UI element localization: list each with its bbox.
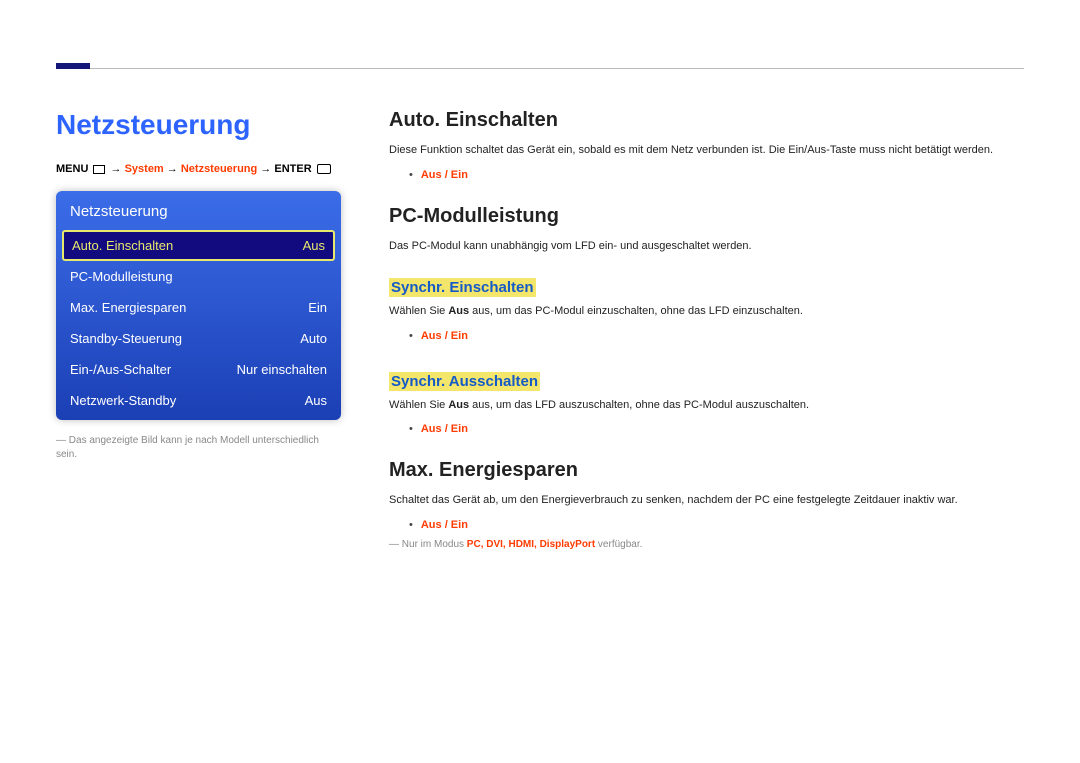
menu-row-standby-steuerung[interactable]: Standby-Steuerung Auto [56, 323, 341, 354]
menu-panel: Netzsteuerung Auto. Einschalten Aus PC-M… [56, 191, 341, 420]
footnote-text: Nur im Modus [402, 539, 467, 550]
section-max-energiesparen: Max. Energiesparen Schaltet das Gerät ab… [389, 459, 1024, 550]
menu-row-value: Auto [300, 331, 327, 346]
desc-em: Aus [448, 399, 469, 411]
menu-row-label: Max. Energiesparen [70, 300, 186, 315]
option-values: Aus / Ein [421, 169, 468, 181]
subsection-heading-synchr-einschalten: Synchr. Einschalten [389, 278, 536, 297]
section-desc: Das PC-Modul kann unabhängig vom LFD ein… [389, 238, 1024, 255]
menu-row-max-energiesparen[interactable]: Max. Energiesparen Ein [56, 292, 341, 323]
section-heading: Auto. Einschalten [389, 109, 1024, 132]
top-horizontal-rule [56, 68, 1024, 69]
subsection-heading-synchr-ausschalten: Synchr. Ausschalten [389, 372, 540, 391]
menu-row-auto-einschalten[interactable]: Auto. Einschalten Aus [62, 230, 335, 261]
right-column: Auto. Einschalten Diese Funktion schalte… [389, 109, 1024, 570]
footnote: Nur im Modus PC, DVI, HDMI, DisplayPort … [389, 539, 1024, 550]
section-desc: Diese Funktion schaltet das Gerät ein, s… [389, 142, 1024, 159]
menu-row-value: Aus [305, 393, 327, 408]
menu-row-label: Netzwerk-Standby [70, 393, 176, 408]
desc-text: Wählen Sie [389, 399, 448, 411]
footnote-modes: PC, DVI, HDMI, DisplayPort [467, 539, 595, 550]
option-values: Aus / Ein [421, 330, 468, 342]
menu-panel-header: Netzsteuerung [56, 191, 341, 230]
menu-row-ein-aus-schalter[interactable]: Ein-/Aus-Schalter Nur einschalten [56, 354, 341, 385]
left-column: Netzsteuerung MENU → System → Netzsteuer… [56, 109, 341, 570]
menu-row-value: Ein [308, 300, 327, 315]
menu-row-netzwerk-standby[interactable]: Netzwerk-Standby Aus [56, 385, 341, 420]
desc-text: aus, um das LFD auszuschalten, ohne das … [469, 399, 809, 411]
option-values: Aus / Ein [421, 423, 468, 435]
desc-em: Aus [448, 305, 469, 317]
menu-icon [93, 165, 105, 174]
section-auto-einschalten: Auto. Einschalten Diese Funktion schalte… [389, 109, 1024, 183]
caption-note: Das angezeigte Bild kann je nach Modell … [56, 434, 341, 462]
desc-text: Wählen Sie [389, 305, 448, 317]
page-accent-mark [56, 63, 90, 69]
menu-row-value: Nur einschalten [237, 362, 327, 377]
breadcrumb-enter: ENTER [274, 163, 311, 175]
menu-row-label: PC-Modulleistung [70, 269, 173, 284]
menu-row-value: Aus [303, 238, 325, 253]
breadcrumb-menu: MENU [56, 163, 88, 175]
menu-row-label: Auto. Einschalten [72, 238, 173, 253]
section-heading: Max. Energiesparen [389, 459, 1024, 482]
breadcrumb-netzsteuerung: Netzsteuerung [181, 163, 257, 175]
menu-row-label: Standby-Steuerung [70, 331, 182, 346]
option-values: Aus / Ein [421, 519, 468, 531]
menu-row-label: Ein-/Aus-Schalter [70, 362, 171, 377]
footnote-text: verfügbar. [595, 539, 642, 550]
subsection-desc: Wählen Sie Aus aus, um das PC-Modul einz… [389, 303, 1024, 320]
breadcrumb-system: System [125, 163, 164, 175]
subsection-desc: Wählen Sie Aus aus, um das LFD auszuscha… [389, 397, 1024, 414]
page-title: Netzsteuerung [56, 109, 341, 141]
enter-icon [317, 164, 331, 174]
section-pc-modulleistung: PC-Modulleistung Das PC-Modul kann unabh… [389, 205, 1024, 438]
section-heading: PC-Modulleistung [389, 205, 1024, 228]
desc-text: aus, um das PC-Modul einzuschalten, ohne… [469, 305, 803, 317]
menu-row-pc-modulleistung[interactable]: PC-Modulleistung [56, 261, 341, 292]
breadcrumb: MENU → System → Netzsteuerung → ENTER [56, 163, 341, 175]
section-desc: Schaltet das Gerät ab, um den Energiever… [389, 492, 1024, 509]
